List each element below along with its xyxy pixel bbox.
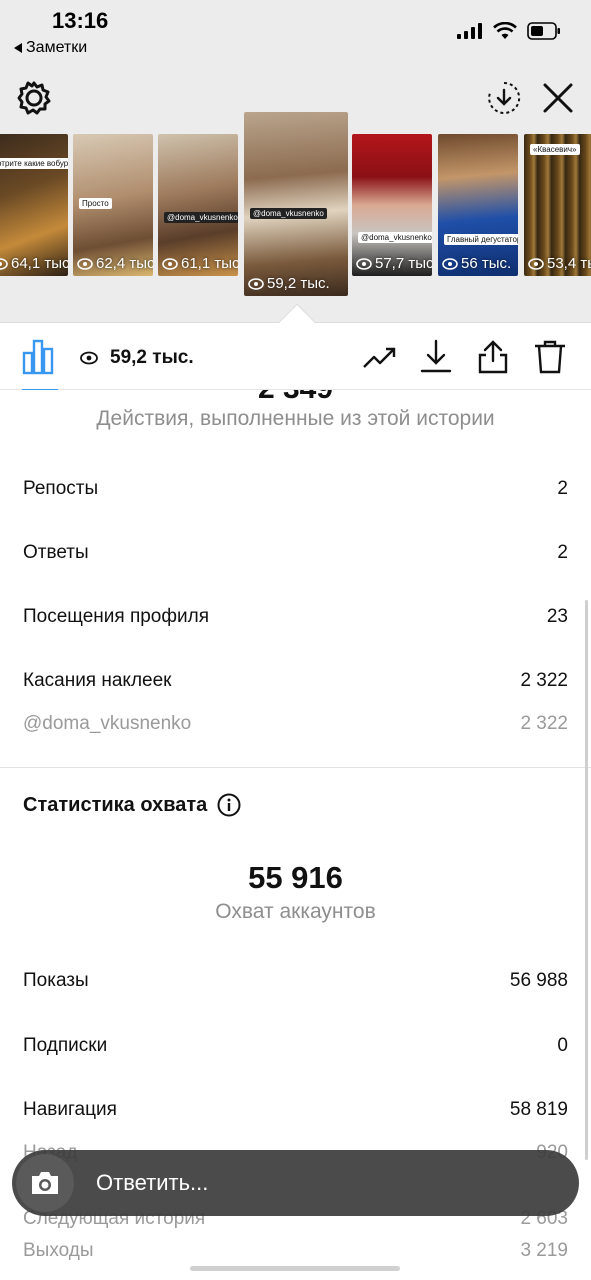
download-icon[interactable] [418, 339, 454, 375]
thumbnail-views-label: 64,1 тыс. [11, 255, 68, 272]
stat-label: Подписки [23, 1035, 108, 1056]
stat-value: 58 819 [509, 1099, 568, 1120]
trash-icon[interactable] [532, 339, 568, 375]
stat-label: Репосты [23, 478, 99, 499]
reach-section-title: Статистика охвата [23, 793, 241, 817]
eye-icon [356, 257, 372, 270]
story-thumbnail[interactable]: @doma_vkusnenko 57,7 тыс. [352, 134, 432, 276]
stat-row-impressions: Показы 56 988 [23, 970, 568, 992]
insights-panel[interactable]: 2 349 Действия, выполненные из этой исто… [0, 390, 591, 1280]
stat-row-sticker-taps: Касания наклеек 2 322 [23, 670, 568, 692]
stat-row-profile-visits: Посещения профиля 23 [23, 606, 568, 628]
thumbnail-views: 61,1 тыс. [162, 255, 238, 272]
views-label: 59,2 тыс. [110, 347, 194, 368]
stat-value: 2 322 [520, 670, 568, 691]
stat-label: Посещения профиля [23, 606, 209, 627]
stat-value: 2 [557, 478, 568, 499]
story-caption: отрите какие вобургеры [0, 158, 68, 169]
thumbnail-views-label: 59,2 тыс. [267, 275, 330, 292]
story-thumbnail[interactable]: Просто 62,4 тыс. [73, 134, 153, 276]
stat-row-sticker-mention[interactable]: @doma_vkusnenko 2 322 [23, 713, 568, 735]
eye-icon [442, 257, 458, 270]
eye-icon [162, 257, 178, 270]
thumbnail-views-label: 61,1 тыс. [181, 255, 238, 272]
battery-icon [527, 22, 560, 40]
thumbnail-views-label: 53,4 тыс. [547, 255, 591, 272]
sticker-mention-label: @doma_vkusnenko [23, 713, 192, 734]
story-top-area: 13:16 Заметки трите какие вобур 64,1 тыс… [0, 0, 591, 322]
stat-row-replies: Ответы 2 [23, 542, 568, 564]
close-icon[interactable] [540, 80, 576, 116]
reach-accounts-subtitle: Охват аккаунтов [215, 900, 376, 923]
interactions-subtitle: Действия, выполненные из этой истории [96, 407, 495, 430]
status-bar: 13:16 Заметки [0, 0, 591, 64]
stat-row-follows: Подписки 0 [23, 1035, 568, 1057]
camera-icon[interactable] [16, 1154, 74, 1212]
story-caption: Просто [79, 198, 112, 209]
share-icon[interactable] [475, 339, 511, 375]
thumbnail-views: 59,2 тыс. [248, 275, 330, 292]
system-icons [457, 22, 561, 40]
story-thumbnail-selected[interactable]: @doma_vkusnenko 59,2 тыс. [244, 112, 348, 296]
stat-label: Навигация [23, 1099, 117, 1120]
interactions-count: 2 349 [0, 390, 591, 406]
settings-gear-icon[interactable] [16, 80, 52, 116]
stat-value: 2 [557, 542, 568, 563]
stat-label: Выходы [23, 1240, 94, 1261]
thumbnail-views: 56 тыс. [442, 255, 511, 272]
thumbnail-views: 53,4 тыс. [528, 255, 591, 272]
thumbnail-views-label: 56 тыс. [461, 255, 512, 272]
back-app-label: Заметки [26, 39, 88, 56]
scrollbar[interactable] [585, 600, 588, 1160]
insights-bar-chart-icon[interactable] [22, 339, 58, 375]
back-to-app-link[interactable]: Заметки [14, 39, 87, 57]
story-caption: @doma_vkusnenko [250, 208, 327, 219]
stat-row-navigation: Навигация 58 819 [23, 1099, 568, 1121]
home-indicator[interactable] [190, 1266, 400, 1271]
eye-icon [80, 351, 98, 365]
story-caption: «Квасевич» [530, 144, 580, 155]
save-to-archive-icon[interactable] [486, 80, 522, 116]
story-thumbnails-strip: отрите какие вобургеры 64,1 тыс. Просто … [0, 112, 591, 298]
story-image [244, 112, 348, 296]
eye-icon [528, 257, 544, 270]
thumbnail-views-label: 62,4 тыс. [96, 255, 153, 272]
stat-label: Касания наклеек [23, 670, 172, 691]
signal-icon [457, 23, 482, 39]
story-caption: Главный дегустатор [444, 234, 518, 245]
thumbnail-views-label: 57,7 тыс. [375, 255, 432, 272]
story-thumbnail[interactable]: @doma_vkusnenko 61,1 тыс. [158, 134, 238, 276]
stat-value: 23 [546, 606, 568, 627]
stat-value: 3 219 [520, 1240, 568, 1261]
info-icon[interactable] [217, 793, 241, 817]
wifi-icon [493, 22, 517, 39]
story-thumbnail[interactable]: отрите какие вобургеры 64,1 тыс. [0, 134, 68, 276]
thumbnail-views: 64,1 тыс. [0, 255, 68, 272]
reach-accounts-count: 55 916 [248, 860, 343, 895]
stat-row-exits: Выходы 3 219 [23, 1240, 568, 1262]
thumbnail-views: 57,7 тыс. [356, 255, 432, 272]
reply-placeholder: Ответить... [96, 1170, 209, 1195]
story-caption: @doma_vkusnenko [164, 212, 238, 223]
back-arrow-icon [14, 43, 22, 53]
story-caption: @doma_vkusnenko [358, 232, 432, 243]
eye-icon [77, 257, 93, 270]
stat-row-reposts: Репосты 2 [23, 478, 568, 500]
section-divider [0, 767, 591, 768]
story-views-count: 59,2 тыс. [80, 347, 194, 369]
eye-icon [0, 257, 8, 270]
stat-label: Ответы [23, 542, 89, 563]
story-thumbnail[interactable]: Главный дегустатор 56 тыс. [438, 134, 518, 276]
stat-value: 56 988 [509, 970, 568, 991]
stat-value: 2 322 [520, 713, 568, 734]
story-thumbnail[interactable]: «Квасевич» 53,4 тыс. [524, 134, 591, 276]
stat-label: Показы [23, 970, 89, 991]
thumbnail-views: 62,4 тыс. [77, 255, 153, 272]
status-time: 13:16 [52, 8, 109, 33]
promote-trend-icon[interactable] [362, 339, 398, 375]
reach-title-label: Статистика охвата [23, 793, 208, 816]
stat-value: 0 [557, 1035, 568, 1056]
reply-input[interactable]: Ответить... [12, 1150, 579, 1216]
eye-icon [248, 277, 264, 290]
